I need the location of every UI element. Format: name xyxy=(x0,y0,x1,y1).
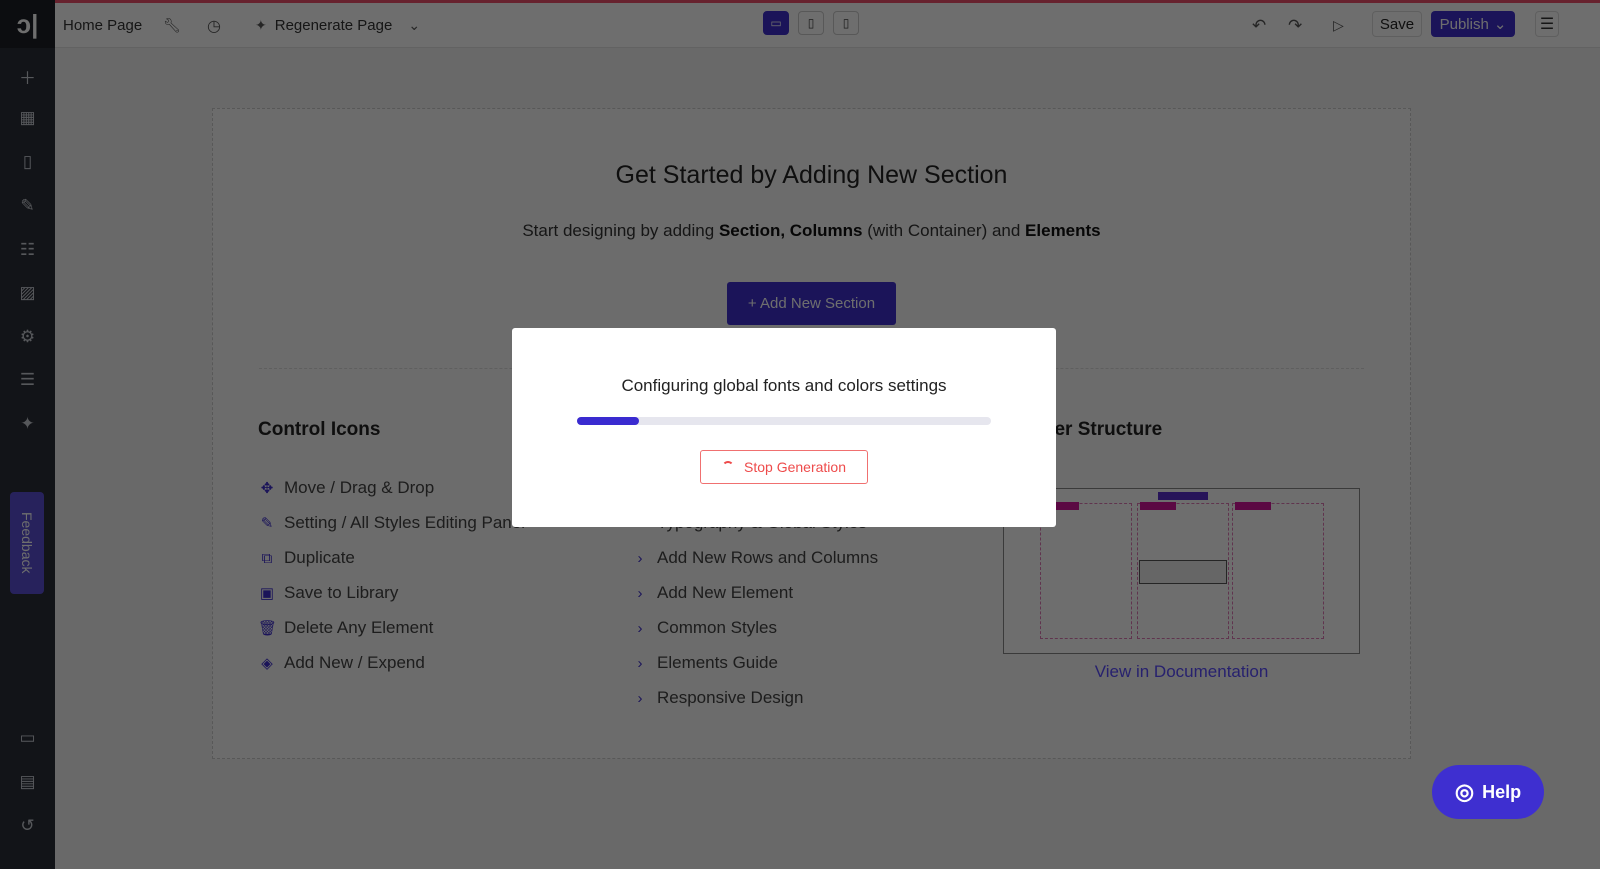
edit-icon: ✎ xyxy=(260,515,274,532)
spinner-icon xyxy=(722,461,735,473)
link-item[interactable]: › Add New Rows and Columns xyxy=(631,548,879,568)
chevron-right-icon: › xyxy=(637,654,643,672)
layers-icon: ◈ xyxy=(261,655,273,672)
builder-structure-image xyxy=(1003,488,1360,654)
list-item: ✥ Move / Drag & Drop xyxy=(258,478,435,498)
page-name[interactable]: Home Page xyxy=(63,3,142,48)
publish-button[interactable]: Publish ⌄ xyxy=(1431,11,1515,37)
control-icons-heading: Control Icons xyxy=(258,419,381,440)
list-item: ✎ Setting / All Styles Editing Panel xyxy=(258,513,525,533)
progress-fill xyxy=(577,417,640,425)
chevron-right-icon: › xyxy=(637,584,643,602)
list-item: ⧉ Duplicate xyxy=(258,548,355,568)
menu-icon[interactable]: ☰ xyxy=(1535,11,1559,37)
ai-sparkle-icon[interactable]: ✦ xyxy=(0,414,55,434)
chevron-right-icon: › xyxy=(637,689,643,707)
regenerate-page-dropdown[interactable]: ✦ Regenerate Page ⌄ xyxy=(255,3,420,48)
add-new-section-button[interactable]: + Add New Section xyxy=(727,282,896,325)
link-item[interactable]: › Responsive Design xyxy=(631,688,804,708)
chevron-right-icon: › xyxy=(637,619,643,637)
trash-icon: 🗑︎ xyxy=(258,620,278,637)
chevron-right-icon: › xyxy=(637,549,643,567)
clock-icon[interactable]: ◷ xyxy=(207,3,221,48)
add-icon[interactable]: ＋ xyxy=(0,64,55,89)
top-toolbar: Home Page 🔧︎ ◷ ✦ Regenerate Page ⌄ ▭ ▯ ▯ ↶… xyxy=(55,3,1600,48)
publish-label: Publish xyxy=(1439,15,1489,33)
design-tools-icon[interactable]: ✎ xyxy=(0,196,55,216)
stop-generation-button[interactable]: Stop Generation xyxy=(700,450,868,484)
database-icon[interactable]: ☰ xyxy=(0,370,55,390)
progress-message: Configuring global fonts and colors sett… xyxy=(621,376,947,395)
id-card-icon[interactable]: ▭ xyxy=(0,728,55,748)
save-icon: ▣ xyxy=(259,585,275,602)
preview-play-icon[interactable]: ▷ xyxy=(1333,3,1344,48)
progress-bar xyxy=(577,417,991,425)
undo-icon[interactable]: ↶ xyxy=(1252,3,1266,48)
link-item[interactable]: › Common Styles xyxy=(631,618,777,638)
logo[interactable]: ↄ| xyxy=(0,0,55,48)
link-item[interactable]: › Elements Guide xyxy=(631,653,778,673)
list-item: ▣ Save to Library xyxy=(259,583,399,602)
help-button[interactable]: ◎ Help xyxy=(1432,765,1544,819)
list-item: 🗑︎ Delete Any Element xyxy=(258,618,434,637)
regenerate-label: Regenerate Page xyxy=(274,17,393,34)
sparkle-icon: ✦ xyxy=(255,17,267,33)
list-item: ◈ Add New / Expend xyxy=(258,653,425,673)
widgets-icon[interactable]: ▦ xyxy=(0,108,55,128)
link-item[interactable]: › Add New Element xyxy=(631,583,794,603)
tablet-view-button[interactable]: ▯ xyxy=(798,11,824,35)
desktop-view-button[interactable]: ▭ xyxy=(763,11,789,35)
duplicate-icon: ⧉ xyxy=(261,549,273,567)
sidebar: ↄ| ＋ ▦ ▯ ✎ ☷ ▨ ⚙ ☰ ✦ Feedback ▭ ▤ ↺ xyxy=(0,0,55,869)
redo-icon[interactable]: ↷ xyxy=(1288,3,1302,48)
settings-icon[interactable]: ⚙ xyxy=(0,327,55,347)
subtitle: Start designing by adding Section, Colum… xyxy=(522,221,1101,240)
mobile-view-button[interactable]: ▯ xyxy=(833,11,859,35)
save-button[interactable]: Save xyxy=(1372,11,1422,37)
page-title: Get Started by Adding New Section xyxy=(615,161,1008,189)
lifebuoy-icon: ◎ xyxy=(1454,779,1475,804)
history-icon[interactable]: ↺ xyxy=(0,816,55,836)
move-icon: ✥ xyxy=(260,480,274,497)
chevron-down-icon: ⌄ xyxy=(1493,16,1507,33)
navigator-icon[interactable]: ☷ xyxy=(0,240,55,260)
feedback-tab[interactable]: Feedback xyxy=(10,492,44,594)
chevron-down-icon: ⌄ xyxy=(408,17,421,33)
wrench-icon[interactable]: 🔧︎ xyxy=(163,3,181,48)
page-icon[interactable]: ▯ xyxy=(0,152,55,172)
image-icon[interactable]: ▨ xyxy=(0,283,55,303)
view-documentation-link[interactable]: View in Documentation xyxy=(1003,662,1360,682)
generation-progress-modal: Configuring global fonts and colors sett… xyxy=(512,328,1056,527)
notes-icon[interactable]: ▤ xyxy=(0,772,55,792)
